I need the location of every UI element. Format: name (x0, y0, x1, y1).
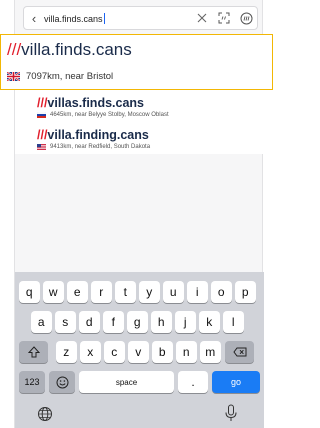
keyboard-row-3: zxcvbnm (19, 341, 254, 363)
go-key[interactable]: go (212, 371, 260, 393)
key-v[interactable]: v (128, 341, 149, 363)
key-l[interactable]: l (223, 311, 244, 333)
scan-icon[interactable] (213, 7, 235, 29)
uk-flag-icon (6, 71, 21, 82)
key-f[interactable]: f (103, 311, 124, 333)
search-query-text: villa.finds.cans (44, 13, 103, 24)
key-d[interactable]: d (79, 311, 100, 333)
key-t[interactable]: t (115, 281, 136, 303)
key-w[interactable]: w (43, 281, 64, 303)
space-key[interactable]: space (79, 371, 174, 393)
keyboard-row-2: asdfghjkl (31, 311, 244, 333)
result-words: ///villa.finding.cans (37, 128, 264, 142)
text-caret (103, 12, 105, 24)
key-g[interactable]: g (127, 311, 148, 333)
backspace-key[interactable] (225, 341, 254, 363)
key-q[interactable]: q (19, 281, 40, 303)
list-item[interactable]: ///villas.finds.cans 4645km, near Belyye… (15, 90, 264, 122)
result-location: 4645km, near Belyye Stolby, Moscow Oblas… (50, 112, 169, 118)
result-location: 9413km, near Redfield, South Dakota (50, 144, 151, 150)
onscreen-keyboard: qwertyuiop asdfghjkl zxcvbnm 123 space .… (15, 272, 264, 428)
key-h[interactable]: h (151, 311, 172, 333)
key-z[interactable]: z (56, 341, 77, 363)
shift-key[interactable] (19, 341, 48, 363)
highlighted-location: 7097km, near Bristol (26, 71, 114, 82)
key-y[interactable]: y (139, 281, 160, 303)
letter-keys: zxcvbnm (56, 341, 221, 363)
result-meta: 4645km, near Belyye Stolby, Moscow Oblas… (36, 111, 264, 118)
globe-icon[interactable] (37, 406, 53, 427)
key-e[interactable]: e (67, 281, 88, 303)
search-input[interactable]: villa.finds.cans (44, 12, 191, 24)
usa-flag-icon (37, 144, 46, 150)
key-u[interactable]: u (163, 281, 184, 303)
highlighted-address: villa.finds.cans (21, 40, 132, 59)
key-b[interactable]: b (152, 341, 173, 363)
keyboard-row-1: qwertyuiop (19, 281, 256, 303)
highlighted-words: ///villa.finds.cans (7, 40, 132, 60)
search-bar[interactable]: ‹ villa.finds.cans (23, 6, 258, 30)
key-k[interactable]: k (199, 311, 220, 333)
list-item[interactable]: ///villa.finding.cans 9413km, near Redfi… (15, 122, 264, 154)
clear-icon[interactable] (191, 7, 213, 29)
result-text: villas.finds.cans (47, 96, 144, 110)
slashes-mark: /// (7, 40, 22, 59)
key-c[interactable]: c (104, 341, 125, 363)
key-s[interactable]: s (55, 311, 76, 333)
key-i[interactable]: i (187, 281, 208, 303)
microphone-icon[interactable] (224, 404, 238, 427)
key-r[interactable]: r (91, 281, 112, 303)
period-key[interactable]: . (178, 371, 208, 393)
key-p[interactable]: p (235, 281, 256, 303)
back-button[interactable]: ‹ (24, 11, 44, 26)
key-a[interactable]: a (31, 311, 52, 333)
highlighted-result[interactable]: ///villa.finds.cans 7097km, near Bristol (0, 34, 273, 90)
key-j[interactable]: j (175, 311, 196, 333)
result-meta: 9413km, near Redfield, South Dakota (37, 144, 264, 150)
result-words: ///villas.finds.cans (37, 96, 264, 110)
result-text: villa.finding.cans (47, 128, 149, 142)
russia-flag-icon (36, 111, 47, 118)
emoji-key[interactable] (49, 371, 75, 393)
slashes-mark: /// (37, 96, 48, 110)
key-m[interactable]: m (200, 341, 221, 363)
highlighted-meta: 7097km, near Bristol (6, 71, 114, 82)
numbers-key[interactable]: 123 (19, 371, 45, 393)
key-n[interactable]: n (176, 341, 197, 363)
key-o[interactable]: o (211, 281, 232, 303)
keyboard-row-4: 123 space . go (19, 371, 260, 393)
key-x[interactable]: x (80, 341, 101, 363)
slashes-mark: /// (37, 128, 48, 142)
voice-icon[interactable] (235, 7, 257, 29)
